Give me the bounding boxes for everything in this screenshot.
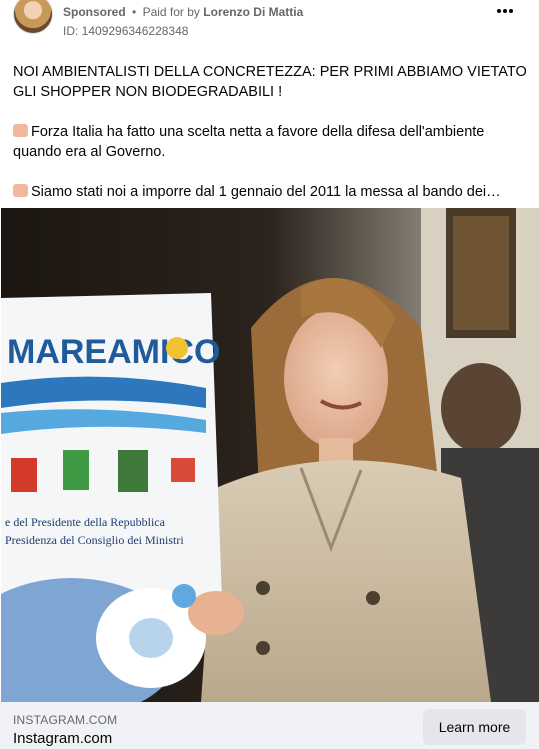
hand-pointing-icon [13, 124, 28, 137]
banner-brand-text: MAREAMICO [7, 333, 220, 371]
link-domain: INSTAGRAM.COM [13, 713, 118, 727]
link-footer[interactable]: INSTAGRAM.COM Instagram.com Learn more [0, 702, 539, 749]
more-options-button[interactable] [493, 2, 517, 20]
learn-more-button[interactable]: Learn more [423, 709, 526, 745]
flexed-arm-icon [13, 184, 28, 197]
banner-text-2: Presidenza del Consiglio dei Ministri [5, 533, 184, 547]
more-horizontal-icon [497, 9, 501, 13]
post-paragraph-1: NOI AMBIENTALISTI DELLA CONCRETEZZA: PER… [13, 64, 527, 100]
post-paragraph-3: Siamo stati noi a imporre dal 1 gennaio … [13, 182, 528, 202]
sponsor-line: Sponsored • Paid for by Lorenzo Di Matti… [63, 5, 303, 19]
paid-for-label: Paid for by [142, 5, 200, 19]
payer-name[interactable]: Lorenzo Di Mattia [203, 5, 303, 19]
avatar[interactable] [13, 0, 53, 34]
post-paragraph-2: Forza Italia ha fatto una scelta netta a… [13, 122, 528, 162]
sponsored-label[interactable]: Sponsored [63, 5, 126, 19]
post-image[interactable]: MAREAMICO e del Presidente della Repubbl… [1, 208, 539, 702]
ad-id: ID: 1409296346228348 [63, 24, 189, 38]
post-header: Sponsored • Paid for by Lorenzo Di Matti… [0, 0, 539, 44]
link-title[interactable]: Instagram.com [13, 730, 112, 747]
post-paragraph-2-text: Forza Italia ha fatto una scelta netta a… [13, 124, 485, 160]
post-text: NOI AMBIENTALISTI DELLA CONCRETEZZA: PER… [13, 62, 528, 222]
post-paragraph-3-text: Siamo stati noi a imporre dal 1 gennaio … [31, 184, 501, 200]
more-dot [503, 9, 507, 13]
separator-dot: • [132, 5, 137, 19]
banner-text-1: e del Presidente della Repubblica [5, 515, 166, 529]
more-dot [509, 9, 513, 13]
